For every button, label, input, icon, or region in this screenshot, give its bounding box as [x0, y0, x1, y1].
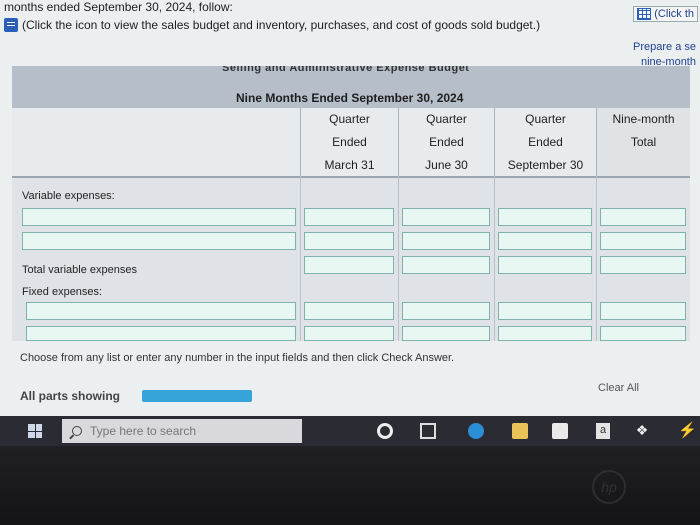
- parts-progress-bar: [142, 390, 252, 402]
- fixed-expense-input-q2[interactable]: [402, 302, 490, 320]
- column-header-q3: Quarter Ended September 30: [494, 108, 596, 176]
- column-divider: [494, 176, 495, 341]
- fixed-expenses-label: Fixed expenses:: [22, 286, 103, 298]
- taskbar-search[interactable]: [62, 419, 302, 443]
- variable-expense-input-q3[interactable]: [498, 208, 592, 226]
- table-period: Nine Months Ended September 30, 2024: [236, 91, 464, 105]
- col-q3-line3: September 30: [507, 158, 584, 172]
- fixed-expense-input-q1[interactable]: [304, 326, 394, 341]
- col-total-line2: Nine-month: [612, 112, 675, 126]
- click-data-label: (Click th: [654, 8, 694, 20]
- prepare-line-1: Prepare a se: [633, 41, 696, 53]
- col-q3-line1: Quarter: [525, 112, 566, 126]
- variable-expense-input-total[interactable]: [600, 208, 686, 226]
- fixed-expense-input-total[interactable]: [600, 326, 686, 341]
- dropbox-icon[interactable]: ❖: [634, 423, 650, 439]
- task-view-icon[interactable]: [420, 423, 436, 439]
- col-q2-line1: Quarter: [426, 112, 467, 126]
- fixed-expense-input-q1[interactable]: [304, 302, 394, 320]
- total-variable-expenses-label: Total variable expenses: [22, 264, 137, 276]
- all-parts-label: All parts showing: [20, 389, 121, 403]
- windows-start-icon[interactable]: [28, 424, 42, 438]
- total-variable-input-q1[interactable]: [304, 256, 394, 274]
- fixed-expense-input-total[interactable]: [600, 302, 686, 320]
- variable-expense-input-q1[interactable]: [304, 208, 394, 226]
- view-budget-link-text: (Click the icon to view the sales budget…: [22, 18, 541, 32]
- variable-expense-input-q3[interactable]: [498, 232, 592, 250]
- total-variable-input-q2[interactable]: [402, 256, 490, 274]
- col-q1-line3: March 31: [324, 158, 375, 172]
- col-q2-line2: Ended: [429, 135, 464, 149]
- col-q1-line1: Quarter: [329, 112, 370, 126]
- expense-budget-table: Selling and Administrative Expense Budge…: [12, 66, 690, 341]
- fixed-expense-input-q2[interactable]: [402, 326, 490, 341]
- table-title-cut: Selling and Administrative Expense Budge…: [222, 66, 470, 74]
- taskbar-search-input[interactable]: [90, 424, 290, 438]
- hp-logo-icon: hp: [592, 470, 626, 504]
- question-text: months ended September 30, 2024, follow:: [4, 0, 233, 14]
- windows-taskbar: a ❖ ⚡: [0, 416, 700, 446]
- column-divider: [300, 176, 301, 341]
- fixed-expense-select-1[interactable]: [26, 302, 296, 320]
- fixed-expense-input-q3[interactable]: [498, 326, 592, 341]
- column-divider: [596, 176, 597, 341]
- column-header-total: Nine-month Total: [596, 108, 690, 176]
- lightning-app-icon[interactable]: ⚡: [678, 423, 697, 439]
- browser-screen: months ended September 30, 2024, follow:…: [0, 0, 700, 440]
- col-q3-line2: Ended: [528, 135, 563, 149]
- column-header-q1: Quarter Ended March 31: [300, 108, 398, 176]
- store-icon[interactable]: [552, 423, 568, 439]
- data-table-icon[interactable]: [637, 8, 652, 20]
- label-column-header: [12, 108, 300, 176]
- column-divider: [398, 176, 399, 341]
- variable-expenses-label: Variable expenses:: [22, 190, 115, 202]
- total-variable-input-q3[interactable]: [498, 256, 592, 274]
- clear-all-button[interactable]: Clear All: [598, 382, 639, 394]
- amazon-icon[interactable]: a: [596, 423, 610, 439]
- fixed-expense-input-q3[interactable]: [498, 302, 592, 320]
- variable-expense-input-total[interactable]: [600, 232, 686, 250]
- variable-expense-input-q2[interactable]: [402, 208, 490, 226]
- view-budget-link[interactable]: (Click the icon to view the sales budget…: [4, 18, 540, 32]
- instructions-text: Choose from any list or enter any number…: [20, 352, 455, 364]
- col-q2-line3: June 30: [425, 158, 468, 172]
- cortana-icon[interactable]: [377, 423, 393, 439]
- file-explorer-icon[interactable]: [512, 423, 528, 439]
- document-icon[interactable]: [4, 18, 18, 32]
- variable-expense-input-q1[interactable]: [304, 232, 394, 250]
- fixed-expense-select-2[interactable]: [26, 326, 296, 341]
- variable-expense-select-1[interactable]: [22, 208, 296, 226]
- variable-expense-select-2[interactable]: [22, 232, 296, 250]
- variable-expense-input-q2[interactable]: [402, 232, 490, 250]
- column-header-q2: Quarter Ended June 30: [398, 108, 494, 176]
- col-total-line3: Total: [630, 135, 657, 149]
- total-variable-input-total[interactable]: [600, 256, 686, 274]
- edge-browser-icon[interactable]: [468, 423, 484, 439]
- search-icon: [72, 426, 82, 436]
- click-data-link[interactable]: (Click th: [633, 6, 698, 22]
- col-q1-line2: Ended: [332, 135, 367, 149]
